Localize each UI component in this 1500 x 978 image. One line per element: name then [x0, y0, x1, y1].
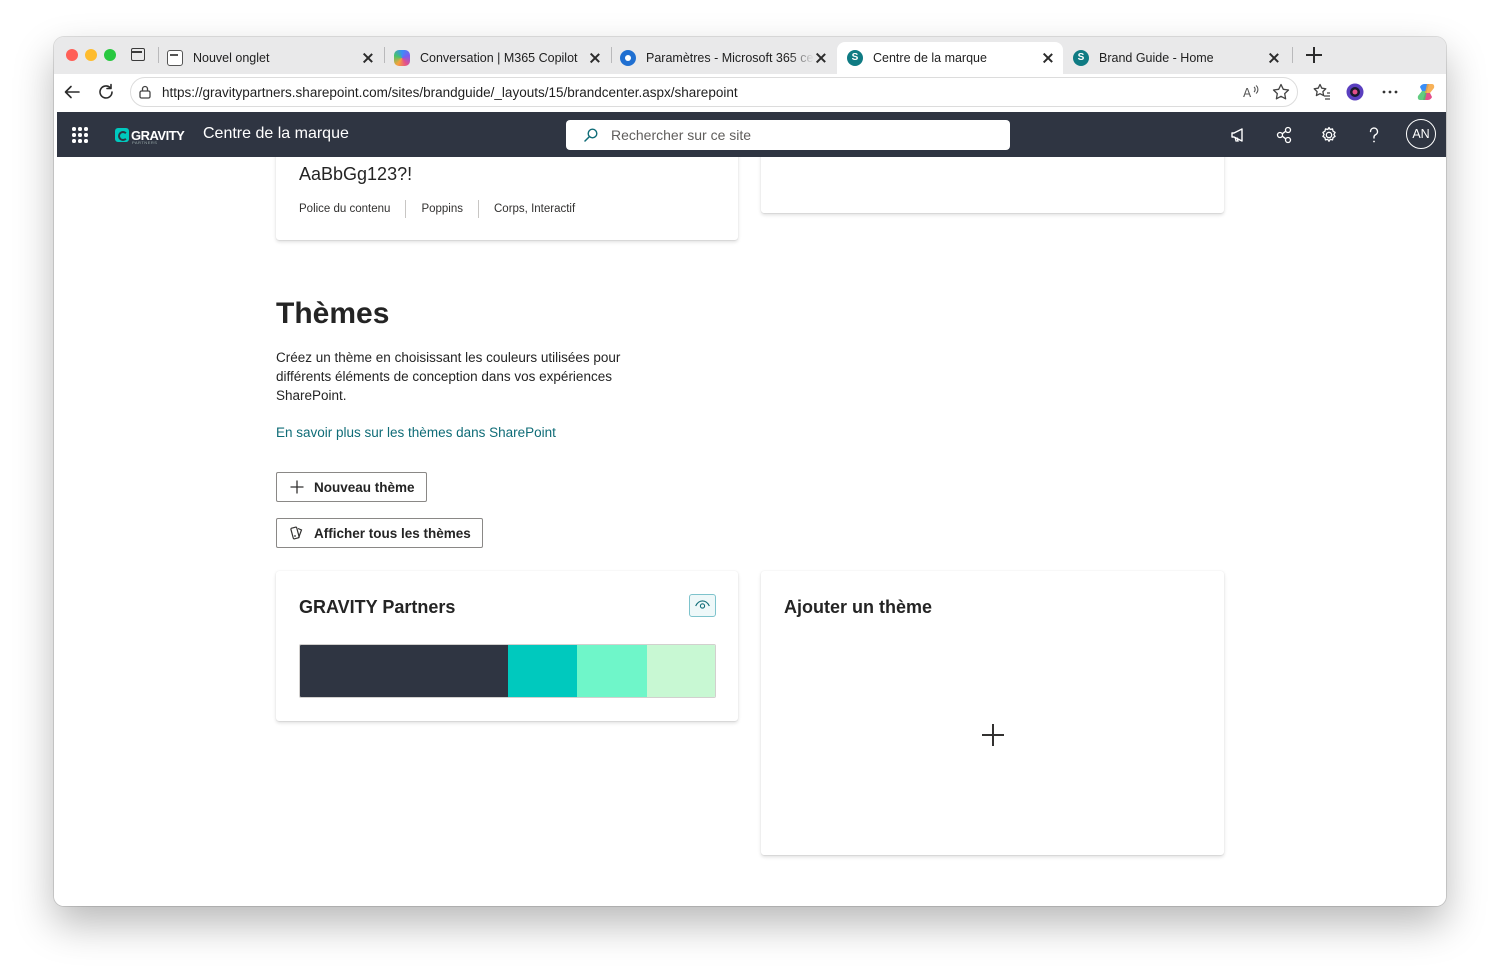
theme-card[interactable]: GRAVITY Partners [276, 571, 738, 721]
maximize-window-button[interactable] [104, 49, 116, 61]
close-window-button[interactable] [66, 49, 78, 61]
close-tab-icon[interactable] [361, 51, 375, 65]
page-content: AaBbGg123?! Police du contenu Poppins Co… [54, 157, 1446, 906]
swatch-primary [300, 645, 508, 697]
site-search-box[interactable]: Rechercher sur ce site [566, 120, 1010, 150]
font-usage: Police du contenu [299, 203, 391, 215]
font-sample-text: AaBbGg123?! [299, 164, 413, 184]
tab-admin-settings[interactable]: Paramètres - Microsoft 365 cen [610, 42, 836, 74]
back-arrow-icon[interactable] [62, 82, 82, 102]
url-text[interactable]: https://gravitypartners.sharepoint.com/s… [162, 85, 738, 100]
add-theme-title: Ajouter un thème [784, 597, 933, 617]
search-placeholder[interactable]: Rechercher sur ce site [611, 127, 751, 143]
themes-heading: Thèmes [276, 297, 390, 330]
app-launcher-icon[interactable] [72, 127, 88, 143]
read-aloud-icon[interactable]: A [1241, 82, 1261, 102]
swatch-lightest [647, 645, 715, 697]
site-title[interactable]: Centre de la marque [203, 125, 349, 143]
view-all-themes-button[interactable]: Afficher tous les thèmes [276, 518, 483, 548]
close-tab-icon[interactable] [588, 51, 602, 65]
tab-brand-guide-home[interactable]: Brand Guide - Home [1063, 42, 1289, 74]
new-theme-button[interactable]: Nouveau thème [276, 472, 427, 502]
font-card-secondary[interactable] [761, 157, 1224, 213]
more-options-icon[interactable] [1380, 82, 1400, 102]
tab-copilot[interactable]: Conversation | M365 Copilot [384, 42, 610, 74]
font-card[interactable]: AaBbGg123?! Police du contenu Poppins Co… [276, 157, 738, 240]
address-bar[interactable]: https://gravitypartners.sharepoint.com/s… [130, 77, 1298, 107]
sharepoint-icon [847, 50, 863, 66]
swatch-accent [508, 645, 577, 697]
view-all-themes-label: Afficher tous les thèmes [314, 525, 471, 541]
eye-icon [695, 600, 710, 609]
swatch-light-accent [577, 645, 647, 697]
new-tab-icon [167, 50, 183, 66]
copilot-icon [394, 50, 410, 66]
new-theme-label: Nouveau thème [314, 479, 415, 495]
logo-mark-icon [115, 128, 129, 142]
admin-center-icon [620, 50, 636, 66]
browser-window: Nouvel onglet Conversation | M365 Copilo… [54, 37, 1446, 906]
tab-title: Centre de la marque [873, 51, 987, 65]
learn-more-themes-link[interactable]: En savoir plus sur les thèmes dans Share… [276, 425, 556, 440]
close-tab-icon[interactable] [1267, 51, 1281, 65]
font-card-body: AaBbGg123?! Police du contenu Poppins Co… [276, 157, 738, 240]
font-meta: Police du contenu Poppins Corps, Interac… [299, 200, 575, 218]
tab-title: Conversation | M365 Copilot [420, 51, 578, 65]
screen: Nouvel onglet Conversation | M365 Copilo… [0, 0, 1500, 978]
svg-text:A: A [1243, 86, 1252, 100]
copilot-sidebar-icon[interactable] [1416, 82, 1436, 102]
tab-title: Paramètres - Microsoft 365 cen [646, 51, 814, 65]
tab-divider [1292, 47, 1293, 63]
favorites-list-icon[interactable] [1312, 82, 1332, 102]
theme-name: GRAVITY Partners [299, 597, 456, 617]
megaphone-icon[interactable] [1229, 125, 1249, 145]
meta-divider [478, 200, 479, 218]
lock-icon[interactable] [139, 85, 151, 99]
tab-title: Nouvel onglet [193, 51, 270, 65]
tab-brand-center[interactable]: Centre de la marque [837, 42, 1063, 74]
tab-strip: Nouvel onglet Conversation | M365 Copilo… [54, 37, 1446, 74]
suite-header: GRAVITY PARTNERS Centre de la marque Rec… [57, 112, 1446, 157]
refresh-icon[interactable] [96, 82, 116, 102]
theme-color-swatches [299, 644, 716, 698]
meta-divider [405, 200, 407, 218]
themes-description: Créez un thème en choisissant les couleu… [276, 350, 621, 403]
add-plus-icon[interactable] [982, 724, 1004, 746]
close-tab-icon[interactable] [1041, 51, 1055, 65]
add-theme-card[interactable]: Ajouter un thème [761, 571, 1224, 855]
close-tab-icon[interactable] [814, 51, 828, 65]
swatch-book-icon [290, 526, 303, 540]
font-roles: Corps, Interactif [494, 203, 576, 215]
help-question-icon[interactable] [1364, 125, 1384, 145]
plus-icon [290, 480, 304, 494]
font-family-name: Poppins [421, 203, 463, 215]
logo-subtext: PARTNERS [132, 140, 158, 145]
tab-new-tab[interactable]: Nouvel onglet [157, 42, 383, 74]
sharepoint-icon [1073, 50, 1089, 66]
share-network-icon[interactable] [1274, 125, 1294, 145]
new-tab-plus-icon[interactable] [1306, 47, 1322, 63]
browser-toolbar: https://gravitypartners.sharepoint.com/s… [54, 74, 1446, 112]
profile-browser-icon[interactable] [1345, 82, 1365, 102]
user-avatar[interactable]: AN [1406, 119, 1436, 149]
search-icon [584, 128, 598, 142]
favorite-star-icon[interactable] [1271, 82, 1291, 102]
tab-actions-icon[interactable] [131, 48, 145, 61]
settings-gear-icon[interactable] [1319, 125, 1339, 145]
tab-title: Brand Guide - Home [1099, 51, 1214, 65]
company-logo[interactable]: GRAVITY PARTNERS [115, 125, 185, 145]
minimize-window-button[interactable] [85, 49, 97, 61]
preview-theme-button[interactable] [689, 594, 716, 617]
